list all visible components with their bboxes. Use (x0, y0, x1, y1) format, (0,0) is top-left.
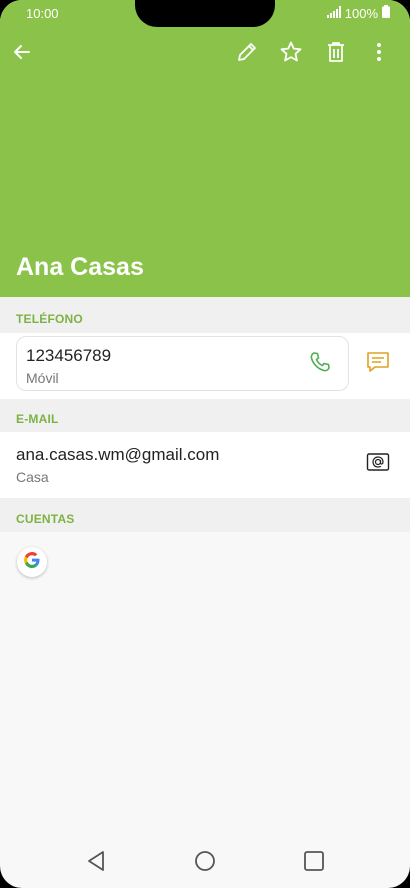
phone-entry[interactable]: 123456789 Móvil (16, 336, 349, 391)
star-icon (279, 40, 303, 69)
battery-icon (382, 5, 390, 21)
message-button[interactable] (364, 350, 392, 378)
status-time: 10:00 (26, 6, 59, 21)
delete-button[interactable] (320, 38, 352, 70)
contact-header: 10:00 100% Ana Casas (0, 0, 410, 297)
contact-name: Ana Casas (16, 253, 144, 281)
nav-recents-button[interactable] (301, 850, 327, 876)
google-icon (23, 551, 41, 574)
nav-back-icon (86, 850, 106, 877)
send-email-button[interactable] (365, 452, 391, 476)
back-arrow-icon (12, 42, 32, 67)
pencil-icon (236, 41, 258, 68)
favorite-button[interactable] (275, 38, 307, 70)
email-address: ana.casas.wm@gmail.com (16, 445, 220, 464)
phone-number: 123456789 (26, 346, 112, 365)
email-entry[interactable]: ana.casas.wm@gmail.com Casa (0, 432, 410, 498)
google-account-badge[interactable] (17, 547, 47, 577)
email-at-icon (366, 452, 390, 477)
email-section-label: E-MAIL (16, 412, 59, 426)
message-icon (366, 351, 390, 378)
battery-percent: 100% (344, 5, 378, 21)
email-type: Casa (16, 469, 49, 485)
phone-section-label: TELÉFONO (16, 312, 83, 326)
trash-icon (326, 41, 346, 68)
signal-icon (326, 5, 341, 21)
call-button[interactable] (307, 351, 333, 377)
email-section-header (0, 399, 410, 432)
camera-notch (135, 0, 275, 27)
nav-home-icon (194, 850, 216, 877)
system-nav-bar (0, 838, 410, 888)
edit-button[interactable] (231, 38, 263, 70)
accounts-section-label: CUENTAS (16, 512, 75, 526)
nav-back-button[interactable] (83, 850, 109, 876)
nav-recents-icon (303, 850, 325, 877)
nav-home-button[interactable] (192, 850, 218, 876)
more-options-button[interactable] (363, 38, 395, 70)
phone-icon (309, 351, 331, 378)
back-button[interactable] (6, 38, 38, 70)
more-vert-icon (376, 42, 382, 67)
status-indicators: 100% (326, 5, 390, 21)
contact-detail-screen: 10:00 100% Ana Casas TELÉFONO 123456789 … (0, 0, 410, 888)
phone-type: Móvil (26, 370, 59, 386)
